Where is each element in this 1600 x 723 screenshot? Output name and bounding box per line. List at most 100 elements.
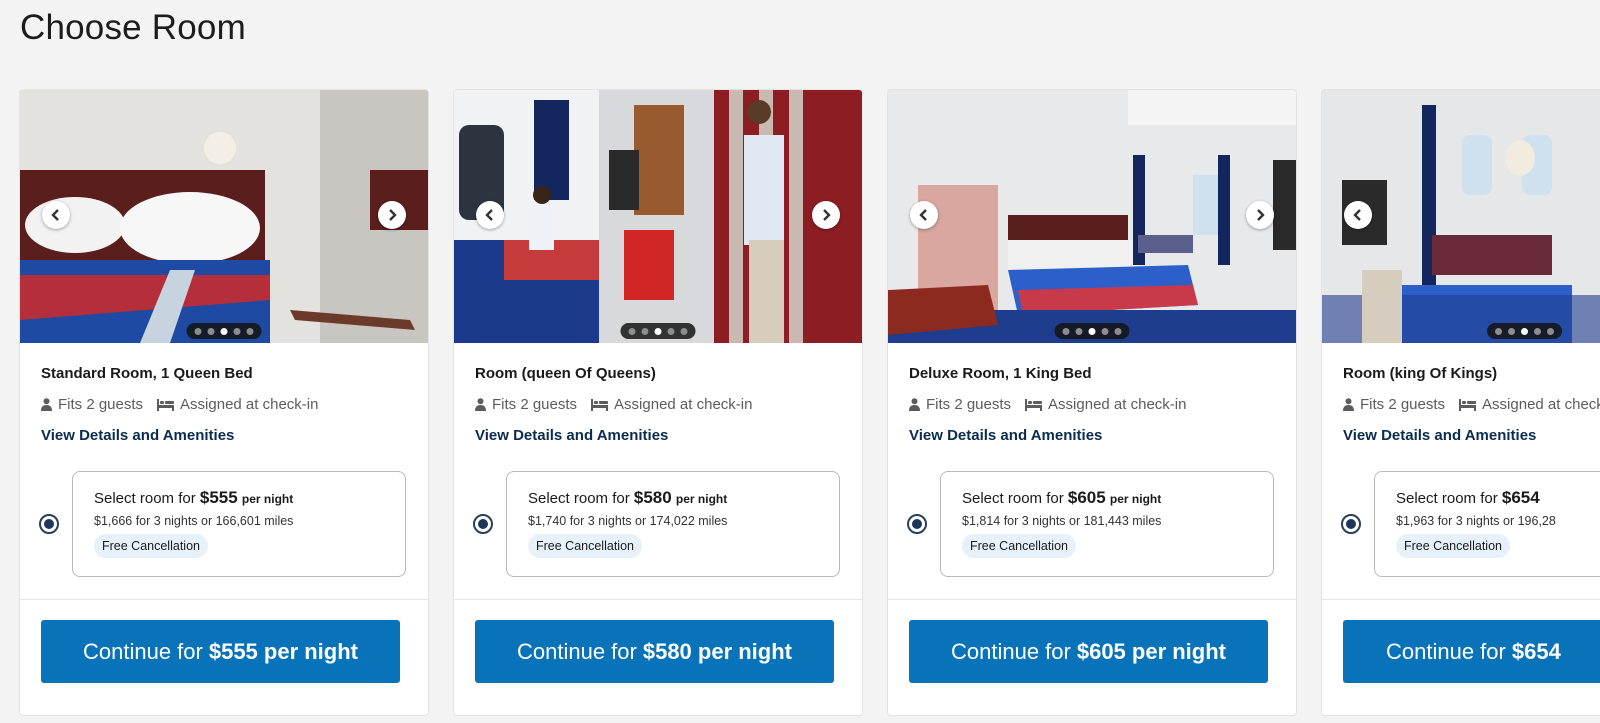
bed-assignment: Assigned at check-in bbox=[1048, 396, 1187, 413]
room-cards-carousel: Standard Room, 1 Queen Bed Fits 2 guests… bbox=[0, 0, 1600, 723]
room-name: Room (queen Of Queens) bbox=[475, 365, 656, 382]
divider bbox=[1322, 599, 1600, 600]
photo-dot[interactable] bbox=[1114, 327, 1122, 335]
photo-dot[interactable] bbox=[246, 327, 254, 335]
divider bbox=[454, 599, 862, 600]
room-card: Room (king Of Kings) Fits 2 guests Assig… bbox=[1321, 89, 1600, 716]
total-price: $1,666 for 3 nights or 166,601 miles bbox=[94, 514, 294, 528]
room-photo bbox=[888, 90, 1296, 343]
previous-photo-button[interactable] bbox=[476, 201, 504, 229]
photo-dot[interactable] bbox=[1547, 327, 1554, 335]
room-card: Standard Room, 1 Queen Bed Fits 2 guests… bbox=[19, 89, 429, 716]
room-name: Room (king Of Kings) bbox=[1343, 365, 1498, 382]
total-price: $1,963 for 3 nights or 196,28 bbox=[1396, 514, 1556, 528]
radio-selected-dot bbox=[44, 519, 54, 529]
photo-dot[interactable] bbox=[1495, 327, 1502, 335]
chevron-left-icon bbox=[51, 209, 59, 221]
view-details-link[interactable]: View Details and Amenities bbox=[909, 427, 1102, 444]
view-details-link[interactable]: View Details and Amenities bbox=[475, 427, 668, 444]
previous-photo-button[interactable] bbox=[1344, 201, 1372, 229]
total-price: $1,814 for 3 nights or 181,443 miles bbox=[962, 514, 1162, 528]
photo-dot[interactable] bbox=[1062, 327, 1070, 335]
photo-dot[interactable] bbox=[1508, 327, 1515, 335]
guest-capacity: Fits 2 guests bbox=[58, 396, 144, 413]
room-photo-carousel[interactable] bbox=[1322, 90, 1600, 343]
rate-option[interactable]: Select room for $580 per night $1,740 fo… bbox=[506, 471, 840, 577]
bed-icon bbox=[591, 398, 609, 411]
continue-label: Continue for bbox=[82, 638, 203, 664]
divider bbox=[888, 599, 1296, 600]
divider bbox=[20, 599, 428, 600]
photo-dot[interactable] bbox=[1075, 327, 1083, 335]
photo-dot[interactable] bbox=[667, 327, 675, 335]
photo-dot[interactable] bbox=[194, 327, 202, 335]
photo-dot[interactable] bbox=[1534, 327, 1541, 335]
continue-button[interactable]: Continue for $580 per night bbox=[475, 620, 834, 683]
rate-option[interactable]: Select room for $605 per night $1,814 fo… bbox=[940, 471, 1274, 577]
photo-pagination bbox=[1054, 323, 1130, 339]
photo-dot-active[interactable] bbox=[654, 327, 662, 335]
select-room-label: Select room for bbox=[1396, 490, 1498, 507]
photo-dot[interactable] bbox=[1101, 327, 1109, 335]
free-cancellation-badge: Free Cancellation bbox=[962, 534, 1076, 558]
chevron-right-icon bbox=[823, 209, 831, 221]
continue-button[interactable]: Continue for $654 bbox=[1343, 620, 1600, 683]
room-name: Deluxe Room, 1 King Bed bbox=[909, 365, 1092, 382]
rate-radio[interactable] bbox=[907, 514, 927, 534]
total-price: $1,740 for 3 nights or 174,022 miles bbox=[528, 514, 728, 528]
person-icon bbox=[1343, 398, 1354, 411]
next-photo-button[interactable] bbox=[1246, 201, 1274, 229]
radio-selected-dot bbox=[912, 519, 922, 529]
nightly-price: $654 bbox=[1501, 488, 1540, 507]
continue-price: $654 bbox=[1511, 638, 1561, 664]
person-icon bbox=[475, 398, 486, 411]
nightly-price: $580 bbox=[633, 488, 672, 507]
select-room-label: Select room for bbox=[94, 490, 196, 507]
guest-capacity: Fits 2 guests bbox=[492, 396, 578, 413]
room-photo-carousel[interactable] bbox=[20, 90, 428, 343]
rate-option[interactable]: Select room for $555 per night $1,666 fo… bbox=[72, 471, 406, 577]
select-room-label: Select room for bbox=[962, 490, 1064, 507]
view-details-link[interactable]: View Details and Amenities bbox=[1343, 427, 1536, 444]
view-details-link[interactable]: View Details and Amenities bbox=[41, 427, 234, 444]
continue-label: Continue for bbox=[1386, 638, 1506, 664]
person-icon bbox=[909, 398, 920, 411]
photo-dot[interactable] bbox=[207, 327, 215, 335]
rate-radio[interactable] bbox=[39, 514, 59, 534]
room-photo bbox=[454, 90, 862, 343]
continue-label: Continue for bbox=[516, 638, 637, 664]
next-photo-button[interactable] bbox=[378, 201, 406, 229]
photo-dot-active[interactable] bbox=[1521, 327, 1528, 335]
previous-photo-button[interactable] bbox=[910, 201, 938, 229]
bed-icon bbox=[1025, 398, 1043, 411]
rate-radio[interactable] bbox=[473, 514, 493, 534]
per-night-label: per night bbox=[675, 492, 728, 506]
continue-button[interactable]: Continue for $555 per night bbox=[41, 620, 400, 683]
photo-pagination bbox=[620, 323, 696, 339]
previous-photo-button[interactable] bbox=[42, 201, 70, 229]
per-night-label: per night bbox=[1109, 492, 1162, 506]
photo-dot-active[interactable] bbox=[220, 327, 228, 335]
bed-assignment: Assigned at check-in bbox=[1482, 396, 1600, 413]
rate-option[interactable]: Select room for $654 $1,963 for 3 nights… bbox=[1374, 471, 1600, 577]
bed-icon bbox=[157, 398, 175, 411]
next-photo-button[interactable] bbox=[812, 201, 840, 229]
guest-capacity: Fits 2 guests bbox=[1360, 396, 1446, 413]
photo-dot[interactable] bbox=[680, 327, 688, 335]
room-photo-carousel[interactable] bbox=[888, 90, 1296, 343]
rate-radio[interactable] bbox=[1341, 514, 1361, 534]
free-cancellation-badge: Free Cancellation bbox=[528, 534, 642, 558]
photo-dot[interactable] bbox=[628, 327, 636, 335]
chevron-right-icon bbox=[1257, 209, 1265, 221]
room-card: Deluxe Room, 1 King Bed Fits 2 guests As… bbox=[887, 89, 1297, 716]
photo-dot-active[interactable] bbox=[1088, 327, 1096, 335]
room-photo-carousel[interactable] bbox=[454, 90, 862, 343]
radio-selected-dot bbox=[478, 519, 488, 529]
bed-assignment: Assigned at check-in bbox=[180, 396, 319, 413]
person-icon bbox=[41, 398, 52, 411]
chevron-left-icon bbox=[485, 209, 493, 221]
photo-pagination bbox=[186, 323, 262, 339]
photo-dot[interactable] bbox=[233, 327, 241, 335]
photo-dot[interactable] bbox=[641, 327, 649, 335]
continue-button[interactable]: Continue for $605 per night bbox=[909, 620, 1268, 683]
